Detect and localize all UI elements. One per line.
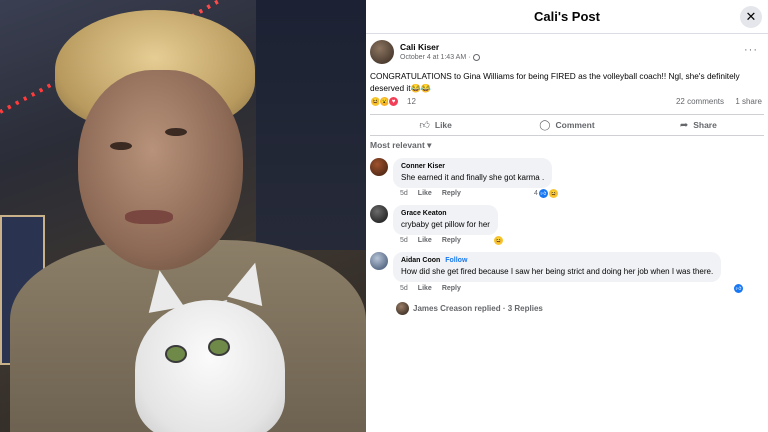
reactions-row: 😆 😮 ♥ 12 22 comments 1 share — [370, 96, 764, 108]
reaction-count[interactable]: 12 — [407, 97, 416, 106]
like-button[interactable]: 👍︎ Like — [370, 115, 501, 135]
white-cat — [135, 300, 285, 432]
comment-reply-button[interactable]: Reply — [442, 190, 461, 197]
comment-label: Comment — [555, 120, 595, 130]
commenter-name[interactable]: Aidan Coon — [401, 257, 440, 264]
comment-sort-dropdown[interactable]: Most relevant ▾ — [370, 140, 431, 151]
comment-reply-button[interactable]: Reply — [442, 237, 461, 244]
comment-icon: ◯ — [539, 119, 551, 131]
commenter-avatar[interactable] — [370, 205, 388, 223]
post-photo[interactable] — [0, 0, 366, 432]
post-timestamp[interactable]: October 4 at 1:43 AM — [400, 54, 466, 61]
comment-like-button[interactable]: Like — [418, 190, 432, 197]
cat-eye-right — [208, 338, 230, 356]
haha-reaction-icon: 😆 — [548, 189, 558, 198]
comment-text: How did she get fired because I saw her … — [401, 267, 714, 276]
commenter-name-row: Aidan Coon Follow — [401, 256, 713, 266]
comment-reactions[interactable]: 😆 — [494, 236, 503, 245]
comment-like-button[interactable]: Like — [418, 285, 432, 292]
comment-text: She earned it and finally she got karma … — [401, 173, 545, 182]
person-face — [78, 70, 243, 270]
comment-like-button[interactable]: Like — [418, 237, 432, 244]
close-icon: ✕ — [745, 9, 757, 24]
comment-reactions[interactable]: 👍︎ — [734, 284, 743, 293]
commenter-name[interactable]: Grace Keaton — [401, 209, 490, 219]
comment-time[interactable]: 5d — [400, 237, 408, 244]
globe-icon — [472, 54, 480, 61]
commenter-avatar[interactable] — [370, 252, 388, 270]
cat-eye-left — [165, 345, 187, 363]
view-replies-link[interactable]: James Creason replied · 3 Replies — [396, 302, 543, 315]
post-panel: Cali's Post ✕ Cali Kiser October 4 at 1:… — [366, 0, 768, 432]
comment-meta: 5d Like Reply — [400, 190, 461, 197]
author-avatar[interactable] — [370, 40, 394, 64]
meta-separator: · — [468, 54, 471, 61]
thumbs-up-icon: 👍︎ — [419, 120, 430, 131]
share-icon: ➦ — [679, 119, 689, 131]
commenter-name[interactable]: Conner Kiser — [401, 162, 544, 172]
share-label: Share — [693, 120, 717, 130]
comment-time[interactable]: 5d — [400, 285, 408, 292]
author-name[interactable]: Cali Kiser — [400, 42, 439, 52]
chevron-down-icon: ▾ — [427, 140, 432, 150]
post-title: Cali's Post — [534, 9, 600, 24]
post-text: CONGRATULATIONS to Gina Williams for bei… — [370, 71, 740, 93]
comment-reactions[interactable]: 4 👍︎ 😆 — [534, 189, 558, 198]
reaction-icons[interactable]: 😆 😮 ♥ — [370, 96, 399, 107]
more-options-button[interactable]: ··· — [744, 44, 758, 56]
post-header: Cali's Post ✕ — [366, 0, 768, 34]
comment-bubble: Grace Keaton crybaby get pillow for her — [393, 205, 498, 235]
comment-meta: 5d Like Reply — [400, 237, 461, 244]
post-actions: 👍︎ Like ◯ Comment ➦ Share — [370, 114, 764, 136]
replies-label: James Creason replied · 3 Replies — [413, 304, 543, 313]
comment-bubble: Aidan Coon Follow How did she get fired … — [393, 252, 722, 282]
comment-meta: 5d Like Reply — [400, 285, 461, 292]
like-reaction-icon: 👍︎ — [734, 284, 743, 293]
shares-count[interactable]: 1 share — [735, 97, 762, 106]
close-button[interactable]: ✕ — [740, 6, 762, 28]
replier-avatar — [396, 302, 409, 315]
comment-bubble: Conner Kiser She earned it and finally s… — [393, 158, 553, 188]
comment-reply-button[interactable]: Reply — [442, 285, 461, 292]
comments-count[interactable]: 22 comments — [676, 97, 724, 106]
person-eye-right — [165, 128, 187, 136]
post-author-row: Cali Kiser October 4 at 1:43 AM · ··· — [370, 40, 764, 66]
post-meta: October 4 at 1:43 AM · — [400, 54, 480, 61]
background-wall — [256, 0, 366, 250]
comment-button[interactable]: ◯ Comment — [501, 115, 632, 135]
commenter-avatar[interactable] — [370, 158, 388, 176]
sort-label: Most relevant — [370, 140, 425, 150]
love-reaction-icon: ♥ — [388, 96, 399, 107]
comment-text: crybaby get pillow for her — [401, 220, 490, 229]
share-button[interactable]: ➦ Share — [633, 115, 764, 135]
person-eye-left — [110, 142, 132, 150]
like-reaction-icon: 👍︎ — [538, 189, 548, 198]
like-label: Like — [434, 120, 452, 130]
person-mouth — [125, 210, 173, 224]
follow-button[interactable]: Follow — [445, 257, 467, 264]
comment-reaction-count: 4 — [534, 190, 538, 197]
haha-reaction-icon: 😆 — [494, 236, 503, 245]
comment-time[interactable]: 5d — [400, 190, 408, 197]
